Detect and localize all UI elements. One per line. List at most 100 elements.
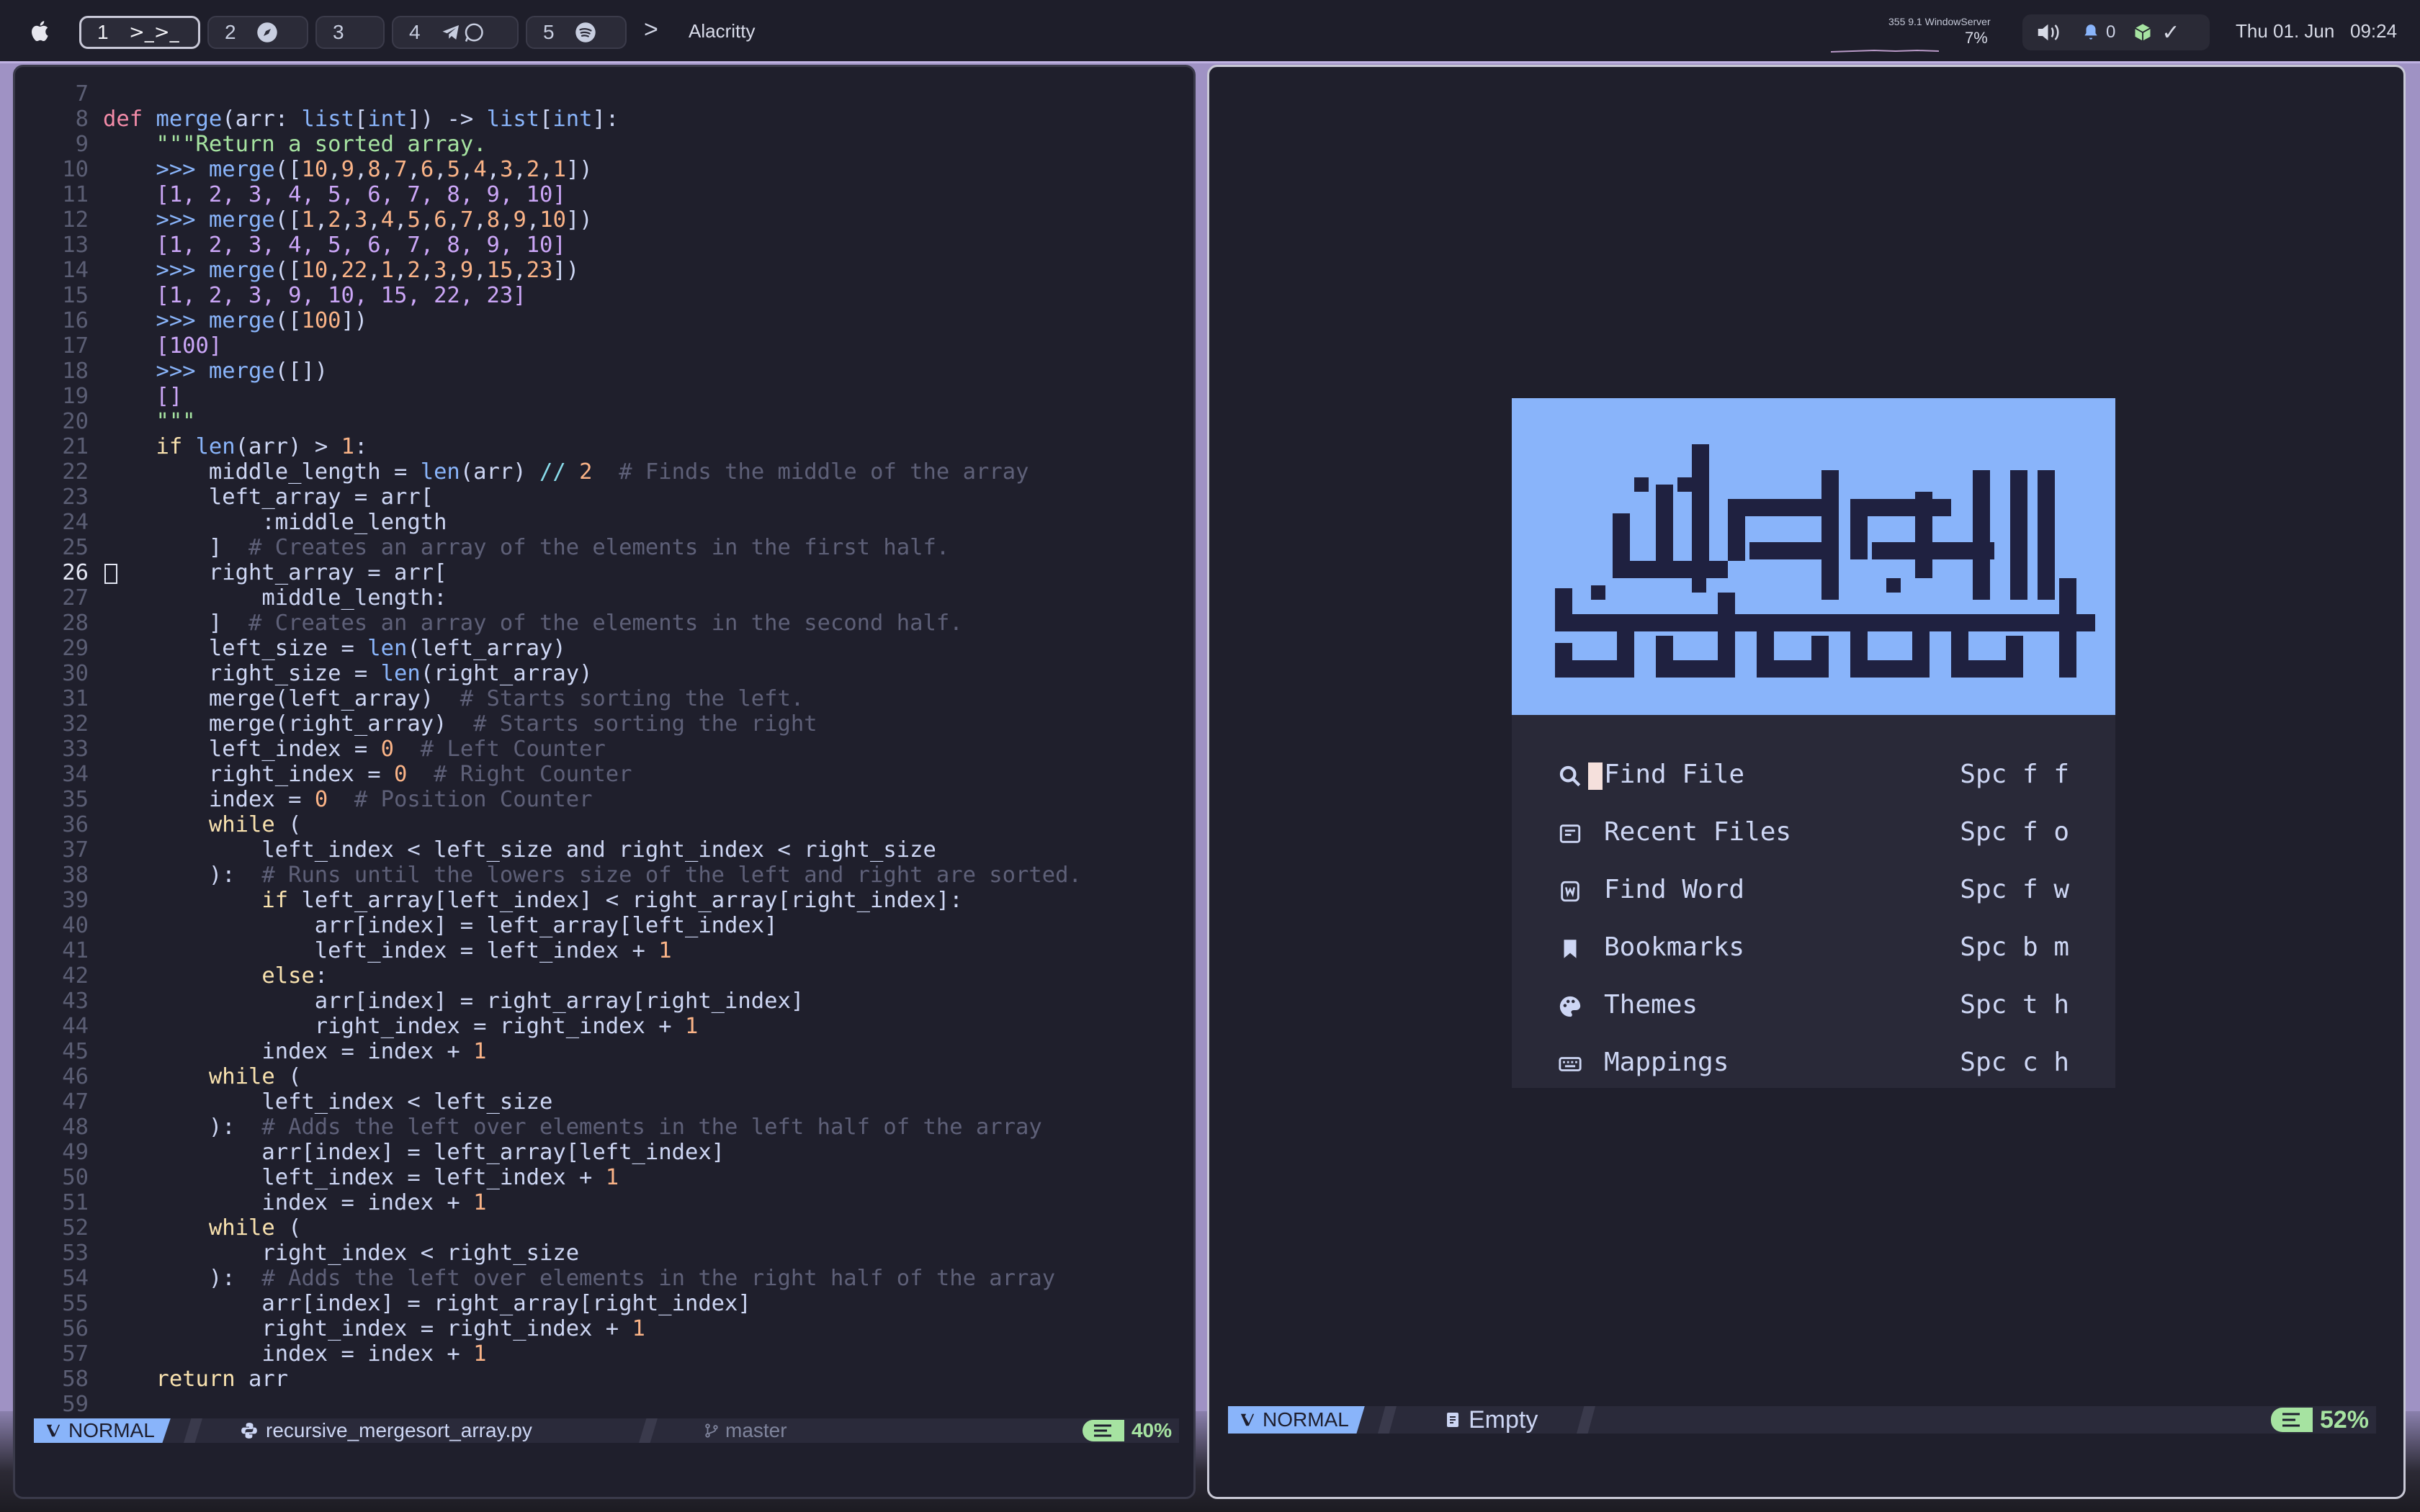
package-icon[interactable] [2133, 22, 2153, 42]
code-line[interactable]: 20 """ [15, 409, 1193, 434]
header-logo [1512, 398, 2115, 715]
code-line[interactable]: 30 right_size = len(right_array) [15, 661, 1193, 686]
line-number: 27 [62, 585, 89, 611]
code-line[interactable]: 43 arr[index] = right_array[right_index] [15, 989, 1193, 1014]
line-number: 39 [62, 888, 89, 913]
code-line[interactable]: 40 arr[index] = left_array[left_index] [15, 913, 1193, 938]
code-line[interactable]: 59 [15, 1392, 1193, 1417]
code-view[interactable]: 7 8 def merge(arr: list[int]) -> list[int]… [15, 81, 1193, 1417]
code-line[interactable]: 50 left_index = left_index + 1 [15, 1165, 1193, 1190]
code-line[interactable]: 7 [15, 81, 1193, 107]
workspace-4[interactable]: 4 [392, 16, 519, 49]
code-line[interactable]: 25 ] # Creates an array of the elements … [15, 535, 1193, 560]
code-line[interactable]: 13 [1, 2, 3, 4, 5, 6, 7, 8, 9, 10] [15, 233, 1193, 258]
code-line[interactable]: 53 right_index < right_size [15, 1241, 1193, 1266]
cpu-widget[interactable]: 355 9.1 WindowServer 7% [1828, 13, 2001, 53]
code-line[interactable]: 8 def merge(arr: list[int]) -> list[int]: [15, 107, 1193, 132]
code-line[interactable]: 52 while ( [15, 1215, 1193, 1241]
code-line[interactable]: 12 >>> merge([1,2,3,4,5,6,7,8,9,10]) [15, 207, 1193, 233]
code-line[interactable]: 29 left_size = len(left_array) [15, 636, 1193, 661]
code-line[interactable]: 37 left_index < left_size and right_inde… [15, 837, 1193, 863]
workspace-1[interactable]: 1 >_>_ [79, 16, 200, 49]
line-number: 43 [62, 989, 89, 1014]
code-line[interactable]: 45 index = index + 1 [15, 1039, 1193, 1064]
code-line[interactable]: 17 [100] [15, 333, 1193, 359]
code-line[interactable]: 47 left_index < left_size [15, 1089, 1193, 1115]
clock[interactable]: Thu 01. Jun 09:24 [2236, 20, 2397, 42]
code-line[interactable]: 18 >>> merge([]) [15, 359, 1193, 384]
editor-pane[interactable]: 7 8 def merge(arr: list[int]) -> list[int]… [13, 65, 1196, 1499]
code-line[interactable]: 22 middle_length = len(arr) // 2 # Finds… [15, 459, 1193, 485]
volume-icon[interactable] [2035, 22, 2064, 43]
dashboard-pane[interactable]: Find File Spc f f Recent Files Spc f o F… [1207, 65, 2406, 1499]
menu-label: Bookmarks [1604, 932, 1745, 962]
code-line[interactable]: 24 :middle_length [15, 510, 1193, 535]
status-separator [184, 1418, 202, 1443]
apple-icon[interactable] [29, 19, 53, 43]
buffer-name[interactable]: Empty [1444, 1406, 1538, 1434]
notifications[interactable]: 0 [2081, 22, 2115, 42]
code-line[interactable]: 57 index = index + 1 [15, 1341, 1193, 1367]
code-line[interactable]: 21 if len(arr) > 1: [15, 434, 1193, 459]
file-name[interactable]: recursive_mergesort_array.py [240, 1418, 532, 1443]
line-number: 11 [62, 182, 89, 207]
status-separator [1577, 1406, 1595, 1434]
dashboard-mappings[interactable]: Mappings Spc c h [1558, 1043, 2069, 1084]
code-line[interactable]: 38 ): # Runs until the lowers size of th… [15, 863, 1193, 888]
code-line[interactable]: 31 merge(left_array) # Starts sorting th… [15, 686, 1193, 711]
code-line[interactable]: 14 >>> merge([10,22,1,2,3,9,15,23]) [15, 258, 1193, 283]
code-line[interactable]: 11 [1, 2, 3, 4, 5, 6, 7, 8, 9, 10] [15, 182, 1193, 207]
code-line[interactable]: 16 >>> merge([100]) [15, 308, 1193, 333]
chevron-right-icon[interactable]: > [644, 16, 658, 44]
code-line[interactable]: 54 ): # Adds the left over elements in t… [15, 1266, 1193, 1291]
code-line[interactable]: 36 while ( [15, 812, 1193, 837]
line-number: 19 [62, 384, 89, 409]
dashboard-find-word[interactable]: Find Word Spc f w [1558, 870, 2069, 911]
git-branch[interactable]: master [704, 1418, 787, 1443]
code-line[interactable]: 27 middle_length: [15, 585, 1193, 611]
code-line[interactable]: 58 return arr [15, 1367, 1193, 1392]
scroll-percent-label: 52% [2319, 1405, 2369, 1434]
buffer-label: Empty [1469, 1405, 1538, 1434]
code-line[interactable]: 34 right_index = 0 # Right Counter [15, 762, 1193, 787]
code-line[interactable]: 19 [] [15, 384, 1193, 409]
code-line[interactable]: 49 arr[index] = left_array[left_index] [15, 1140, 1193, 1165]
code-line[interactable]: 46 while ( [15, 1064, 1193, 1089]
dashboard-bookmarks[interactable]: Bookmarks Spc b m [1558, 928, 2069, 968]
code-line[interactable]: 39 if left_array[left_index] < right_arr… [15, 888, 1193, 913]
line-number: 58 [62, 1367, 89, 1392]
code-line[interactable]: 35 index = 0 # Position Counter [15, 787, 1193, 812]
code-text: left_index < left_size [103, 1089, 553, 1115]
code-line[interactable]: 42 else: [15, 963, 1193, 989]
code-line[interactable]: 15 [1, 2, 3, 9, 10, 15, 22, 23] [15, 283, 1193, 308]
line-number: 29 [62, 636, 89, 661]
code-line[interactable]: 51 index = index + 1 [15, 1190, 1193, 1215]
code-line[interactable]: 28 ] # Creates an array of the elements … [15, 611, 1193, 636]
workspace-3[interactable]: 3 [315, 16, 385, 49]
code-line[interactable]: 41 left_index = left_index + 1 [15, 938, 1193, 963]
code-line[interactable]: 23 left_array = arr[ [15, 485, 1193, 510]
code-line[interactable]: 33 left_index = 0 # Left Counter [15, 737, 1193, 762]
dashboard-find-file[interactable]: Find File Spc f f [1558, 755, 2069, 796]
dashboard-recent-files[interactable]: Recent Files Spc f o [1558, 813, 2069, 853]
dashboard-themes[interactable]: Themes Spc t h [1558, 986, 2069, 1026]
workspace-5[interactable]: 5 [526, 16, 627, 49]
bell-icon [2084, 24, 2097, 40]
code-text: left_index = left_index + 1 [103, 938, 672, 963]
code-line[interactable]: 48 ): # Adds the left over elements in t… [15, 1115, 1193, 1140]
code-line[interactable]: 32 merge(right_array) # Starts sorting t… [15, 711, 1193, 737]
menu-label: Themes [1604, 990, 1698, 1020]
scroll-percent: 52% [2270, 1405, 2376, 1434]
workspace-2[interactable]: 2 [207, 16, 308, 49]
code-line[interactable]: 56 right_index = right_index + 1 [15, 1316, 1193, 1341]
menu-shortcut: Spc b m [1960, 932, 2069, 962]
vim-icon [1240, 1413, 1255, 1426]
code-line[interactable]: 10 >>> merge([10,9,8,7,6,5,4,3,2,1]) [15, 157, 1193, 182]
code-line[interactable]: 9 """Return a sorted array. [15, 132, 1193, 157]
code-text: arr[index] = left_array[left_index] [103, 913, 778, 938]
line-number: 9 [75, 132, 89, 157]
code-line[interactable]: 55 arr[index] = right_array[right_index] [15, 1291, 1193, 1316]
code-line[interactable]: 26 right_array = arr[ [15, 560, 1193, 585]
line-number: 49 [62, 1140, 89, 1165]
code-line[interactable]: 44 right_index = right_index + 1 [15, 1014, 1193, 1039]
